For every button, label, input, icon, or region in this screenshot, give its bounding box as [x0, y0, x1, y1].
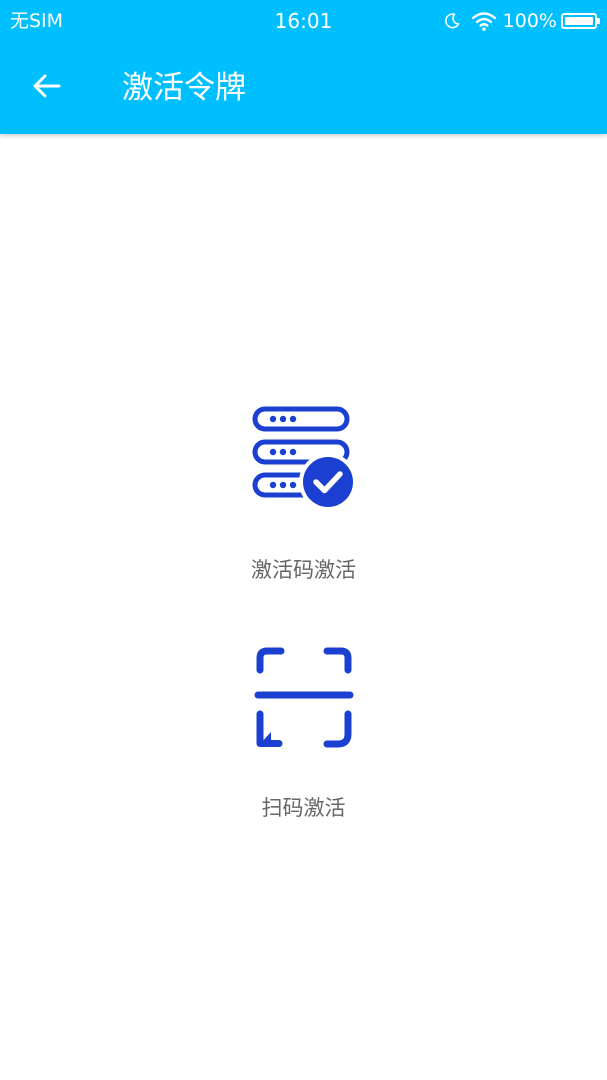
- activation-code-option[interactable]: 激活码激活: [0, 404, 607, 584]
- status-icons: 100%: [443, 8, 600, 34]
- battery-tip: [597, 18, 600, 24]
- header: 无SIM 16:01 100% 激活令牌: [0, 0, 607, 134]
- toolbar: 激活令牌: [0, 42, 607, 134]
- battery-level-fill: [565, 17, 593, 25]
- page-title: 激活令牌: [122, 70, 246, 106]
- arrow-left-icon: [32, 73, 62, 103]
- scan-activation-label: 扫码激活: [261, 796, 346, 820]
- battery-icon: [561, 13, 600, 29]
- battery-percent: 100%: [502, 10, 557, 32]
- scan-activation-option[interactable]: 扫码激活: [0, 644, 607, 822]
- back-button[interactable]: [22, 66, 72, 110]
- server-check-icon: [249, 404, 359, 514]
- scan-frame-icon: [249, 644, 359, 754]
- activation-code-label: 激活码激活: [251, 558, 356, 582]
- wifi-icon: [471, 11, 497, 31]
- status-bar: 无SIM 16:01 100%: [0, 0, 607, 42]
- moon-icon: [443, 12, 461, 30]
